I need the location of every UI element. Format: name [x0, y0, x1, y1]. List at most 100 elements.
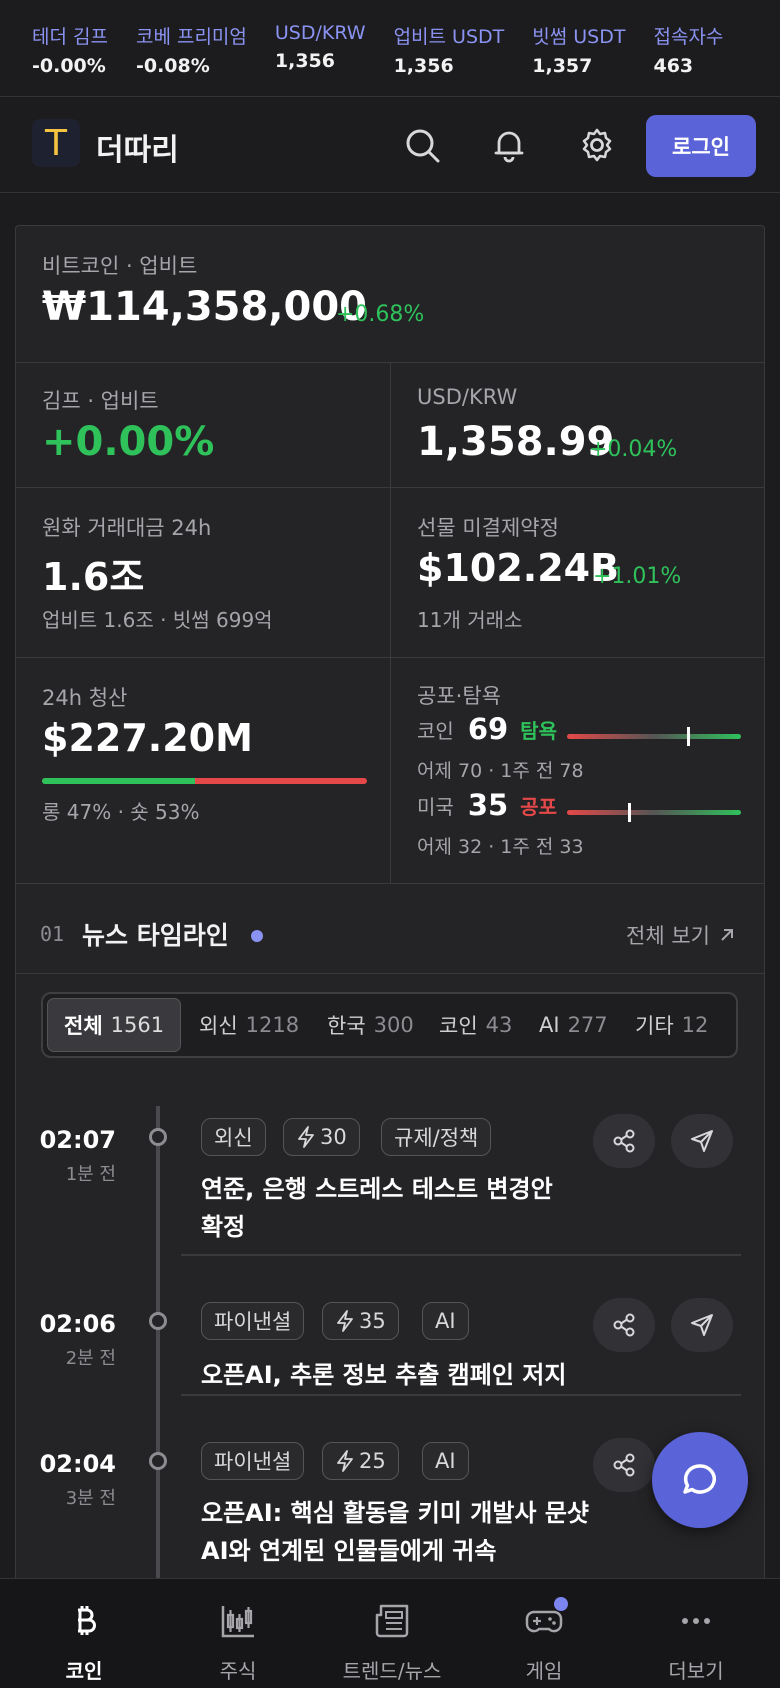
news-item[interactable]: 02:04 3분 전 파이낸셜 25 AI 오픈AI: 핵심 활동을 키미 개발…	[16, 1416, 764, 1576]
volume-oi-row: 원화 거래대금 24h 1.6조 업비트 1.6조 · 빗썸 699억 선물 미…	[16, 488, 764, 658]
kimp-cell[interactable]: 김프 · 업비트 +0.00%	[16, 363, 390, 487]
app-logo[interactable]: T	[32, 119, 80, 167]
share-button[interactable]	[593, 1298, 655, 1352]
news-divider	[181, 1254, 741, 1256]
news-ago: 2분 전	[65, 1348, 116, 1369]
ticker-coinbase-premium: 코베 프리미엄 -0.08%	[136, 22, 247, 96]
fg-coin-history: 어제 70 · 1주 전 78	[417, 760, 584, 782]
lightning-icon	[337, 1310, 353, 1332]
send-icon	[691, 1314, 713, 1336]
tab-korea[interactable]: 한국 300	[311, 998, 430, 1052]
news-ago: 1분 전	[65, 1164, 116, 1185]
fg-coin-value: 69	[467, 712, 509, 746]
fg-us-marker	[627, 803, 631, 822]
tag-chip: 규제/정책	[381, 1118, 492, 1156]
fg-us-history: 어제 32 · 1주 전 33	[417, 836, 584, 858]
open-interest-cell[interactable]: 선물 미결제약정 $102.24B +1.01% 11개 거래소	[390, 488, 764, 657]
long-share-fill	[42, 778, 195, 784]
nav-label: 더보기	[668, 1659, 724, 1683]
ticker-online-users: 접속자수 463	[653, 22, 723, 96]
score-chip: 25	[322, 1442, 399, 1480]
fg-us-gauge	[567, 803, 741, 822]
ticker-tether-kimp: 테더 김프 -0.00%	[32, 22, 108, 96]
nav-games[interactable]: 게임	[466, 1579, 622, 1688]
ticker-value: 1,357	[532, 55, 593, 77]
search-icon[interactable]	[402, 125, 442, 165]
krw-volume-breakdown: 업비트 1.6조 · 빗썸 699억	[42, 608, 273, 632]
tab-foreign[interactable]: 외신 1218	[183, 998, 315, 1052]
lightning-icon	[298, 1126, 314, 1148]
news-title: 연준, 은행 스트레스 테스트 변경안 확정	[201, 1175, 553, 1241]
nav-more[interactable]: 더보기	[618, 1579, 774, 1688]
news-section-index: 01	[40, 922, 65, 946]
ticker-bithumb-usdt: 빗썸 USDT 1,357	[532, 22, 625, 96]
app-header: T 더따리 로그인	[0, 97, 780, 193]
score-chip: 35	[322, 1302, 399, 1340]
krw-volume-label: 원화 거래대금 24h	[42, 516, 212, 540]
fg-coin-marker	[687, 727, 691, 746]
ticker-label: 빗썸 USDT	[532, 26, 626, 48]
fg-us-value: 35	[467, 788, 509, 822]
ticker-value: 1,356	[393, 55, 454, 77]
tab-count: 300	[373, 1013, 414, 1037]
tab-ai[interactable]: AI 277	[523, 998, 624, 1052]
fear-greed-cell[interactable]: 공포·탐욕 코인 69 탐욕 어제 70 · 1주 전 78 미국 35 공포 …	[390, 658, 764, 883]
nav-coin[interactable]: 코인	[6, 1579, 162, 1688]
send-button[interactable]	[671, 1298, 733, 1352]
open-interest-value: $102.24B	[417, 546, 620, 590]
ticker-value: -0.00%	[32, 55, 106, 77]
tab-label: 외신	[199, 1014, 238, 1038]
fg-us-word: 공포	[520, 794, 557, 819]
tab-etc[interactable]: 기타 12	[619, 998, 724, 1052]
newspaper-icon	[375, 1604, 409, 1638]
liquidation-feargreed-row: 24h 청산 $227.20M 롱 47% · 숏 53% 공포·탐욕 코인 6…	[16, 658, 764, 884]
live-dot-icon	[251, 930, 263, 942]
nav-stocks[interactable]: 주식	[160, 1579, 316, 1688]
tab-coin[interactable]: 코인 43	[423, 998, 528, 1052]
kimp-value: +0.00%	[42, 419, 215, 465]
send-button[interactable]	[671, 1114, 733, 1168]
btc-price-row[interactable]: 비트코인 · 업비트 ₩114,358,000 +0.68%	[16, 226, 764, 363]
gear-icon[interactable]	[577, 125, 617, 165]
tab-label: 전체	[64, 1014, 103, 1038]
kimp-usdkrw-row: 김프 · 업비트 +0.00% USD/KRW 1,358.99 +0.04%	[16, 363, 764, 488]
btc-label: 비트코인 · 업비트	[42, 254, 198, 278]
usdkrw-label: USD/KRW	[417, 385, 518, 409]
long-short-ratio: 롱 47% · 숏 53%	[42, 800, 200, 824]
tab-all[interactable]: 전체 1561	[47, 998, 182, 1052]
nav-trends-news[interactable]: 트렌드/뉴스	[314, 1579, 470, 1688]
bell-icon[interactable]	[489, 125, 529, 165]
more-icon	[682, 1618, 710, 1624]
source-chip: 파이낸셜	[201, 1442, 305, 1480]
open-interest-label: 선물 미결제약정	[417, 516, 559, 540]
login-button[interactable]: 로그인	[646, 115, 756, 177]
usdkrw-cell[interactable]: USD/KRW 1,358.99 +0.04%	[390, 363, 764, 487]
candlestick-icon	[221, 1606, 254, 1638]
news-title: 오픈AI, 추론 정보 추출 캠페인 저지	[201, 1361, 567, 1389]
fg-coin-word: 탐욕	[520, 718, 557, 743]
ticker-label: 업비트 USDT	[393, 26, 505, 48]
share-button[interactable]	[593, 1114, 655, 1168]
chat-fab-button[interactable]	[652, 1432, 748, 1528]
tab-label: 코인	[439, 1014, 478, 1038]
share-button[interactable]	[593, 1438, 655, 1492]
arrow-up-right-icon	[721, 929, 733, 941]
liquidation-cell[interactable]: 24h 청산 $227.20M 롱 47% · 숏 53%	[16, 658, 390, 883]
score-chip: 30	[283, 1118, 360, 1156]
news-title: 오픈AI: 핵심 활동을 키미 개발사 문샷 AI와 연계된 인물들에게 귀속	[201, 1499, 589, 1565]
news-divider	[181, 1394, 741, 1396]
view-all-link[interactable]: 전체 보기	[626, 920, 736, 950]
fg-us-name: 미국	[417, 794, 454, 819]
ticker-label: 코베 프리미엄	[135, 26, 247, 48]
tab-count: 277	[567, 1013, 608, 1037]
krw-volume-value: 1.6조	[42, 555, 145, 599]
ticker-value: 463	[653, 55, 694, 77]
app-brand[interactable]: 더따리	[96, 125, 179, 169]
score-value: 30	[320, 1125, 347, 1149]
krw-volume-cell[interactable]: 원화 거래대금 24h 1.6조 업비트 1.6조 · 빗썸 699억	[16, 488, 390, 657]
open-interest-exchanges: 11개 거래소	[417, 608, 523, 632]
score-value: 25	[359, 1449, 386, 1473]
news-item[interactable]: 02:07 1분 전 외신 30 규제/정책 연준, 은행 스트레스 테스트 변…	[16, 1096, 764, 1266]
long-short-bar	[42, 778, 367, 784]
source-chip: 파이낸셜	[201, 1302, 305, 1340]
